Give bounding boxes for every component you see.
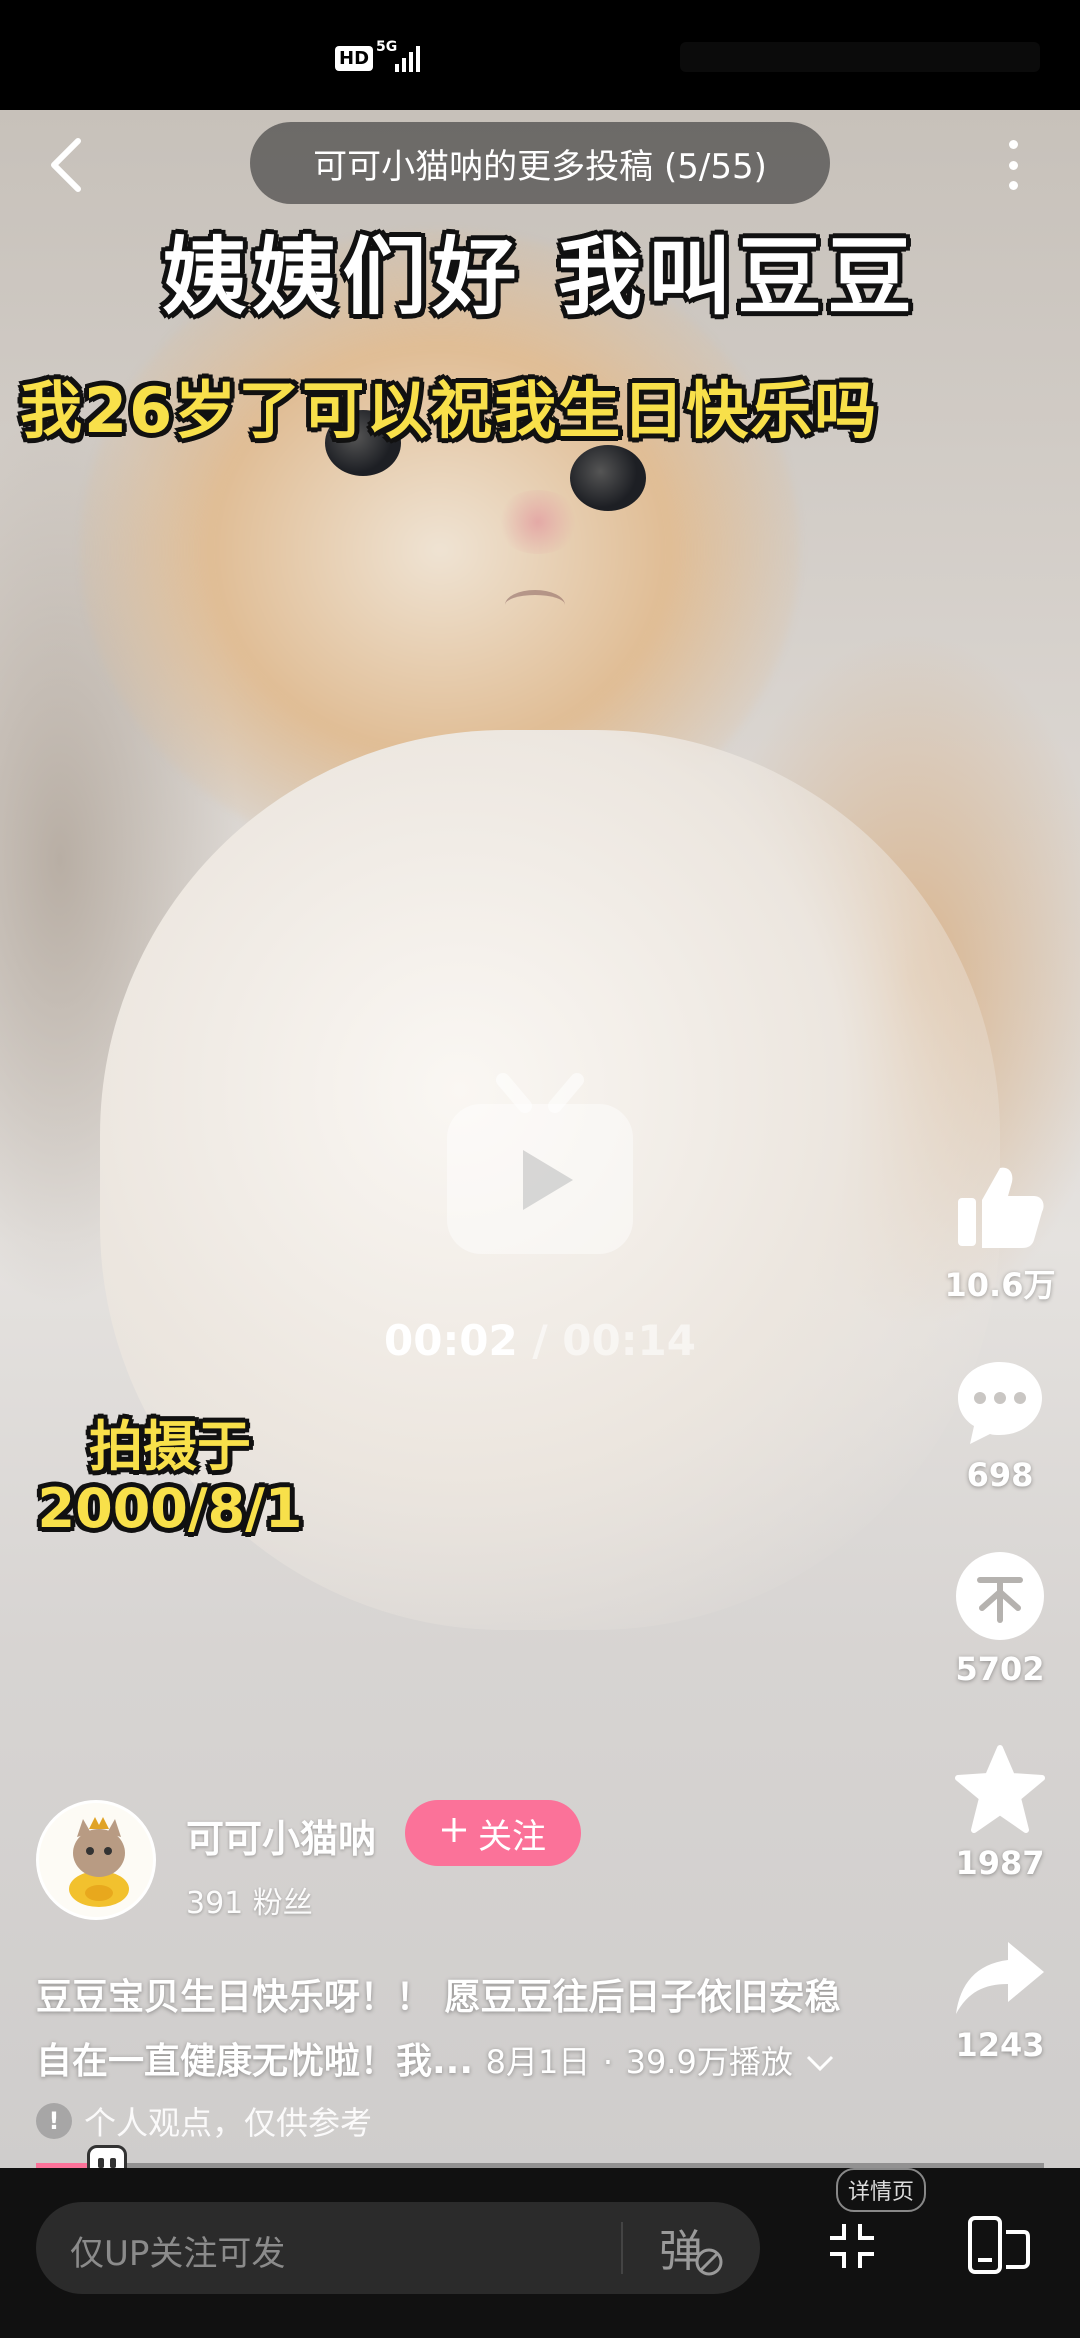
video-caption-date: 拍摄于 2000/8/1 [37,1415,303,1540]
publish-date: 8月1日 [485,2043,591,2081]
video-caption-greeting: 姨姨们好 我叫豆豆 [162,228,918,326]
comment-placeholder: 仅UP关注可发 [70,2234,286,2274]
description-line: 自在一直健康无忧啦！我... [36,2041,474,2082]
exclamation-icon: ! [36,2103,72,2139]
like-count: 10.6万 [944,1266,1056,1304]
coin-icon [956,1552,1044,1640]
back-arrow-icon[interactable] [40,125,100,205]
comment-button[interactable]: 698 [940,1358,1060,1494]
status-icons-redacted [680,42,1040,72]
status-bar: HD 5G [0,0,1080,110]
share-count: 1243 [955,2026,1045,2064]
follow-label: 关注 [478,1816,546,1857]
opinion-notice: ! 个人观点，仅供参考 [36,2098,372,2144]
avatar[interactable] [36,1800,156,1920]
kitten-nose [495,490,581,554]
notice-text: 个人观点，仅供参考 [84,2104,373,2142]
description-line: 豆豆宝贝生日快乐呀！！ 愿豆豆往后日子依旧安稳 [36,1977,841,2018]
star-icon [955,1745,1045,1833]
chevron-down-icon[interactable] [805,2043,835,2081]
favorite-button[interactable]: 1987 [940,1744,1060,1882]
landscape-icon[interactable] [966,2212,1032,2278]
follow-button[interactable]: 关注 [405,1800,581,1866]
favorite-count: 1987 [955,1844,1045,1882]
comment-icon [958,1362,1042,1444]
bottom-bar: 仅UP关注可发 弹 详情页 [0,2168,1080,2338]
duration: 00:14 [562,1316,696,1365]
detail-page-label: 详情页 [836,2168,927,2212]
coin-count: 5702 [955,1650,1045,1688]
hd-indicator: HD [335,46,374,71]
comment-input[interactable]: 仅UP关注可发 弹 [36,2202,760,2294]
signal-icon [395,44,420,72]
danmaku-disabled-icon[interactable]: 弹 [651,2216,731,2280]
share-button[interactable]: 1243 [940,1938,1060,2064]
like-button[interactable]: 10.6万 [940,1160,1060,1306]
more-vertical-icon[interactable] [998,130,1028,200]
svg-text:弹: 弹 [659,2226,703,2277]
collapse-icon[interactable] [826,2220,878,2272]
playback-time: 00:02 / 00:14 [384,1316,696,1365]
thumbs-up-icon [958,1167,1044,1248]
comment-count: 698 [966,1456,1034,1494]
view-count: 39.9万播放 [625,2043,793,2081]
video-caption-birthday: 我26岁了可以祝我生日快乐吗 [20,374,879,447]
kitten-eye [570,445,646,511]
video-description[interactable]: 豆豆宝贝生日快乐呀！！ 愿豆豆往后日子依旧安稳 自在一直健康无忧啦！我... 8… [36,1966,916,2094]
fans-count: 391 粉丝 [186,1886,313,1921]
current-time: 00:02 [384,1316,518,1365]
coin-button[interactable]: 5702 [940,1550,1060,1688]
author-name[interactable]: 可可小猫呐 [186,1808,376,1863]
playlist-title[interactable]: 可可小猫呐的更多投稿 (5/55) [250,122,830,204]
play-icon[interactable] [445,1070,635,1260]
share-icon [956,1942,1044,2014]
plus-icon [440,1813,468,1853]
